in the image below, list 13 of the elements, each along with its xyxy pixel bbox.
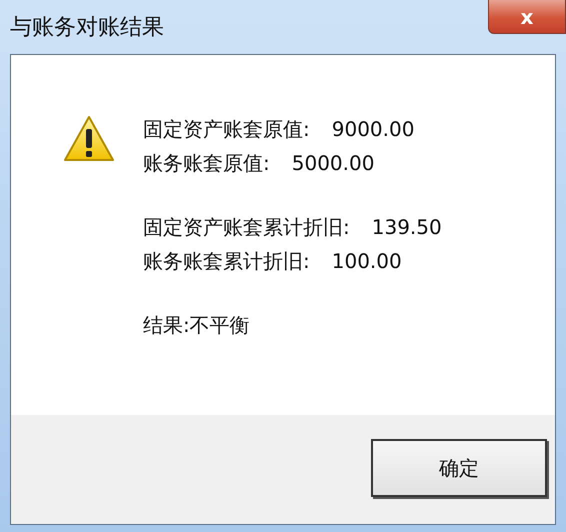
field-value: 100.00	[332, 248, 402, 275]
ok-button[interactable]: 确定	[371, 439, 547, 497]
field-value: 139.50	[372, 214, 442, 241]
result-text: 结果:不平衡	[143, 312, 251, 339]
warning-icon	[63, 115, 115, 163]
field-value: 9000.00	[332, 116, 414, 143]
field-value: 5000.00	[292, 150, 374, 177]
close-button[interactable]: x	[488, 0, 566, 34]
field-label: 账务账套累计折旧:	[143, 248, 310, 275]
field-label: 固定资产账套累计折旧:	[143, 214, 350, 241]
field-label: 账务账套原值:	[143, 150, 270, 177]
field-label: 固定资产账套原值:	[143, 116, 310, 143]
window-title: 与账务对账结果	[10, 14, 164, 42]
